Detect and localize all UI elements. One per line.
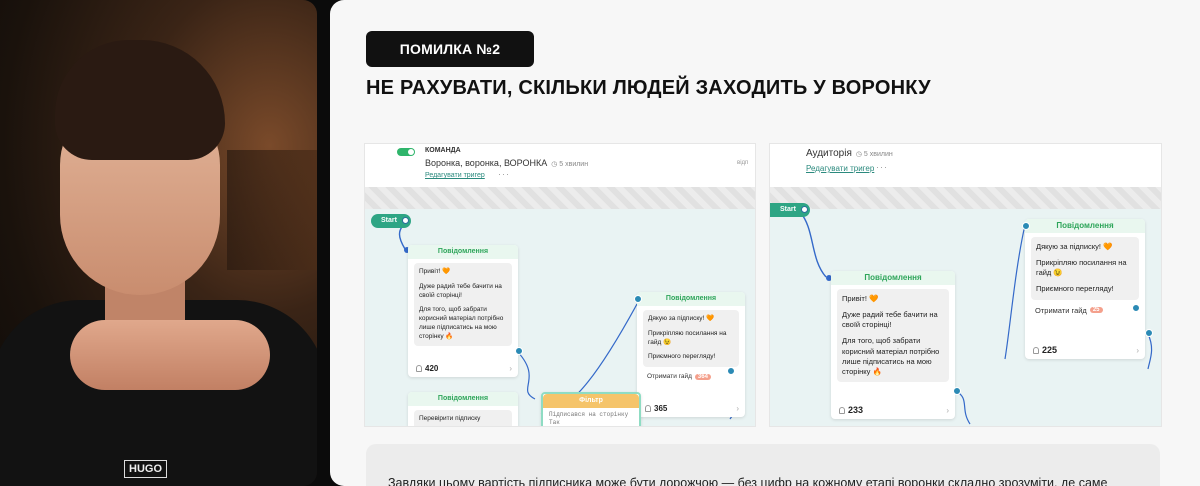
output-port[interactable] bbox=[727, 367, 735, 375]
get-guide-button[interactable]: Отримати гайд 364 bbox=[643, 371, 739, 382]
output-port[interactable] bbox=[515, 347, 523, 355]
shirt-logo: HUGO bbox=[124, 460, 167, 478]
card-header: Повідомлення bbox=[408, 392, 518, 406]
message-bubble: Привіт! 🧡 Дуже радий тебе бачити на свої… bbox=[414, 263, 512, 347]
note-text: Завдяки цьому вартість підписника може б… bbox=[388, 476, 1108, 486]
output-port[interactable] bbox=[1145, 329, 1153, 337]
card-header: Повідомлення bbox=[1025, 219, 1145, 233]
message-card-1[interactable]: Повідомлення Привіт! 🧡 Дуже радий тебе б… bbox=[831, 271, 955, 419]
funnel-name: Воронка, воронка, ВОРОНКА ◷ 5 хвилин bbox=[425, 158, 589, 168]
output-port[interactable] bbox=[1132, 304, 1140, 312]
funnel-header: КОМАНДА Воронка, воронка, ВОРОНКА ◷ 5 хви… bbox=[365, 144, 755, 186]
start-node[interactable]: Start bbox=[770, 203, 810, 217]
click-count-badge: 364 bbox=[694, 373, 711, 380]
active-toggle[interactable] bbox=[397, 148, 415, 156]
more-dots-icon[interactable]: ··· bbox=[876, 162, 888, 172]
user-icon bbox=[1033, 347, 1039, 354]
presenter-hair bbox=[55, 40, 225, 160]
message-card-1[interactable]: Повідомлення Привіт! 🧡 Дуже радий тебе б… bbox=[408, 245, 518, 377]
input-port[interactable] bbox=[634, 295, 642, 303]
explanation-note: Завдяки цьому вартість підписника може б… bbox=[366, 444, 1160, 486]
chevron-right-icon[interactable]: › bbox=[1136, 346, 1139, 355]
message-bubble: Дякую за підписку! 🧡 Прикріпляю посиланн… bbox=[643, 310, 739, 368]
filter-value: Так bbox=[549, 419, 560, 426]
presentation-slide: ПОМИЛКА №2 НЕ РАХУВАТИ, СКІЛЬКИ ЛЮДЕЙ ЗА… bbox=[330, 0, 1200, 486]
funnel-name: Аудиторія ◷ 5 хвилин bbox=[806, 148, 893, 159]
output-port[interactable] bbox=[953, 387, 961, 395]
filter-header: Фільтр bbox=[543, 394, 639, 408]
side-label: відп bbox=[737, 160, 749, 166]
message-card-2[interactable]: Повідомлення Дякую за підписку! 🧡 Прикрі… bbox=[637, 292, 745, 417]
user-icon bbox=[839, 407, 845, 414]
presenter-hands bbox=[70, 320, 270, 390]
flow-canvas[interactable]: Start Повідомлення Привіт! 🧡 Дуже радий … bbox=[770, 203, 1161, 426]
filter-condition: Підписався на сторінку bbox=[549, 411, 629, 418]
funnel-header: Аудиторія ◷ 5 хвилин Редагувати тригер ··… bbox=[770, 144, 1161, 186]
edit-trigger-link[interactable]: Редагувати тригер bbox=[806, 164, 874, 173]
slide-title: НЕ РАХУВАТИ, СКІЛЬКИ ЛЮДЕЙ ЗАХОДИТЬ У ВО… bbox=[366, 77, 931, 99]
flow-canvas[interactable]: Start Повідомлення Привіт! 🧡 Дуже радий … bbox=[365, 209, 755, 426]
subscriber-count: 365 bbox=[645, 404, 667, 413]
hatched-divider bbox=[770, 187, 1161, 209]
get-guide-button[interactable]: Отримати гайд 25 bbox=[1031, 304, 1139, 317]
funnel-screenshot-1: КОМАНДА Воронка, воронка, ВОРОНКА ◷ 5 хви… bbox=[364, 143, 756, 427]
card-header: Повідомлення bbox=[408, 245, 518, 259]
start-node[interactable]: Start bbox=[371, 214, 411, 228]
subscriber-count: 233 bbox=[839, 405, 863, 415]
message-bubble: Привіт! 🧡 Дуже радий тебе бачити на свої… bbox=[837, 289, 949, 382]
message-card-3[interactable]: Повідомлення Перевірити підписку bbox=[408, 392, 518, 426]
chevron-right-icon[interactable]: › bbox=[509, 364, 512, 373]
message-bubble: Дякую за підписку! 🧡 Прикріпляю посиланн… bbox=[1031, 237, 1139, 300]
message-bubble: Перевірити підписку bbox=[414, 410, 512, 426]
click-count-badge: 25 bbox=[1089, 307, 1103, 313]
card-header: Повідомлення bbox=[637, 292, 745, 306]
input-port[interactable] bbox=[1022, 222, 1030, 230]
user-icon bbox=[645, 405, 651, 412]
chevron-right-icon[interactable]: › bbox=[736, 404, 739, 413]
filter-card[interactable]: Фільтр Підписався на сторінку Так bbox=[541, 392, 641, 426]
user-icon bbox=[416, 365, 422, 372]
edit-trigger-link[interactable]: Редагувати тригер bbox=[425, 172, 485, 179]
subscriber-count: 420 bbox=[416, 364, 438, 373]
clock-icon: ◷ 5 хвилин bbox=[855, 151, 893, 158]
background-shelf bbox=[227, 150, 317, 270]
clock-icon: ◷ 5 хвилин bbox=[551, 161, 589, 168]
mistake-badge: ПОМИЛКА №2 bbox=[366, 31, 534, 67]
subscriber-count: 225 bbox=[1033, 345, 1057, 355]
team-label: КОМАНДА bbox=[425, 147, 461, 154]
card-header: Повідомлення bbox=[831, 271, 955, 285]
hatched-divider bbox=[365, 187, 755, 209]
webcam-video: HUGO bbox=[0, 0, 317, 486]
chevron-right-icon[interactable]: › bbox=[946, 406, 949, 415]
more-dots-icon[interactable]: ··· bbox=[498, 169, 510, 179]
message-card-2[interactable]: Повідомлення Дякую за підписку! 🧡 Прикрі… bbox=[1025, 219, 1145, 359]
funnel-screenshot-2: Аудиторія ◷ 5 хвилин Редагувати тригер ··… bbox=[769, 143, 1162, 427]
